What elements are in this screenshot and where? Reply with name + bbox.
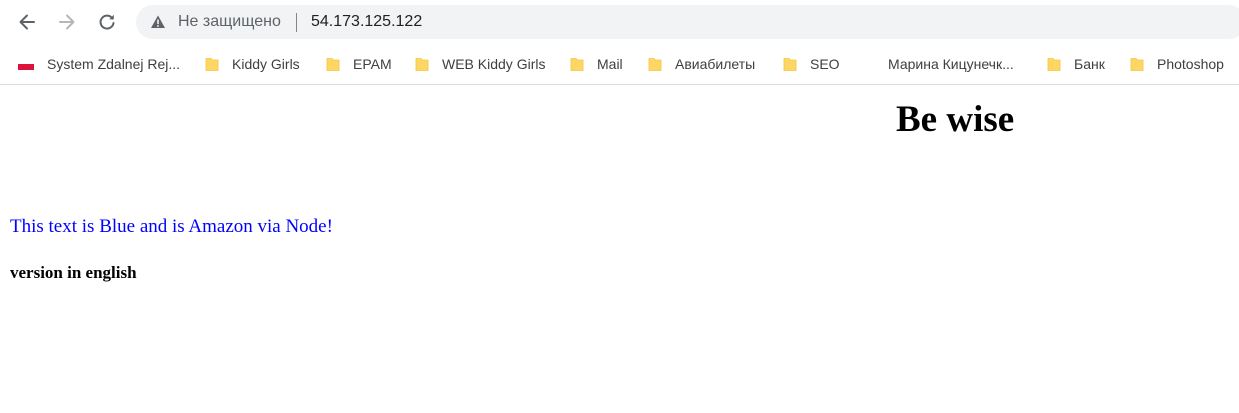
bookmarks-bar: System Zdalnej Rej... Kiddy Girls EPAM W… bbox=[0, 44, 1239, 85]
bookmark-system-zdalnej[interactable]: System Zdalnej Rej... bbox=[18, 53, 180, 75]
arrow-left-icon bbox=[19, 14, 35, 30]
back-button[interactable] bbox=[12, 7, 42, 37]
bookmark-web-kiddy-girls[interactable]: WEB Kiddy Girls bbox=[414, 53, 545, 75]
folder-icon bbox=[648, 58, 662, 71]
bookmark-mail[interactable]: Mail bbox=[569, 53, 623, 75]
bookmark-photoshop[interactable]: Photoshop bbox=[1129, 53, 1224, 75]
browser-toolbar: Не защищено 54.173.125.122 bbox=[0, 0, 1239, 44]
bookmark-seo[interactable]: SEO bbox=[782, 53, 840, 75]
bookmark-label: System Zdalnej Rej... bbox=[47, 56, 181, 72]
bookmark-label: Photoshop bbox=[1157, 56, 1224, 72]
bookmark-marina[interactable]: Марина Кицунечк... bbox=[888, 53, 1014, 75]
bookmark-label: Банк bbox=[1074, 56, 1105, 72]
forward-button[interactable] bbox=[52, 7, 82, 37]
folder-icon bbox=[570, 58, 584, 71]
reload-icon bbox=[99, 14, 115, 30]
bookmark-label: Авиабилеты bbox=[675, 56, 756, 72]
page-content: Be wise This text is Blue and is Amazon … bbox=[0, 86, 1239, 413]
version-label: version in english bbox=[10, 263, 137, 282]
address-divider bbox=[296, 13, 297, 32]
warning-icon[interactable] bbox=[150, 14, 166, 30]
bookmark-epam[interactable]: EPAM bbox=[325, 53, 392, 75]
reload-button[interactable] bbox=[92, 7, 122, 37]
bookmark-label: Mail bbox=[597, 56, 623, 72]
bookmark-bank[interactable]: Банк bbox=[1046, 53, 1105, 75]
bookmark-kiddy-girls[interactable]: Kiddy Girls bbox=[204, 53, 300, 75]
folder-icon bbox=[415, 58, 429, 71]
folder-icon bbox=[326, 58, 340, 71]
url-text[interactable]: 54.173.125.122 bbox=[311, 13, 422, 31]
security-status[interactable]: Не защищено bbox=[178, 13, 281, 31]
folder-icon bbox=[783, 58, 797, 71]
bookmark-label: SEO bbox=[810, 56, 840, 72]
page-heading: Be wise bbox=[896, 99, 1015, 140]
bookmark-label: WEB Kiddy Girls bbox=[442, 56, 546, 72]
bookmark-aviabilety[interactable]: Авиабилеты bbox=[647, 53, 755, 75]
folder-icon bbox=[1130, 58, 1144, 71]
folder-icon bbox=[205, 58, 219, 71]
address-bar[interactable]: Не защищено 54.173.125.122 bbox=[136, 5, 1239, 39]
bookmark-label: Kiddy Girls bbox=[232, 56, 300, 72]
arrow-right-icon bbox=[59, 14, 75, 30]
poland-flag-icon bbox=[18, 58, 34, 70]
bookmark-label: Марина Кицунечк... bbox=[888, 56, 1014, 72]
folder-icon bbox=[1047, 58, 1061, 71]
blue-text: This text is Blue and is Amazon via Node… bbox=[10, 216, 333, 237]
bookmark-label: EPAM bbox=[353, 56, 392, 72]
